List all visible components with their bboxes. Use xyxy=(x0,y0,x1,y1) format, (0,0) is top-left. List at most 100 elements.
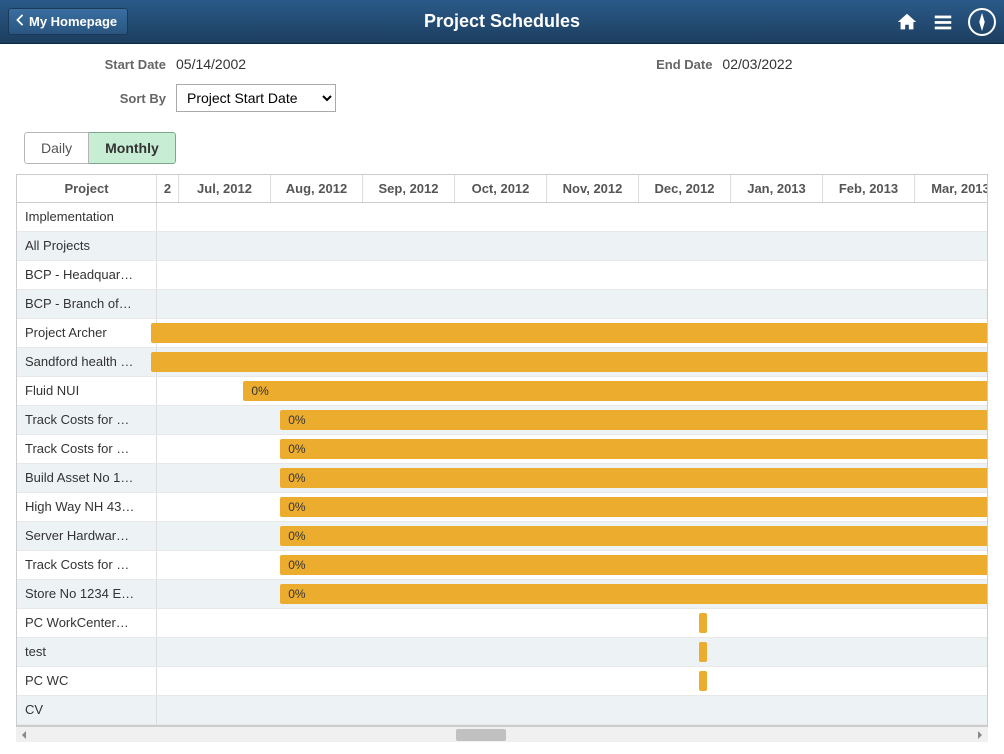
col-month-header[interactable]: Nov, 2012 xyxy=(547,175,639,202)
timeline-cell xyxy=(157,203,988,231)
project-name-cell[interactable]: Track Costs for … xyxy=(17,435,157,463)
gantt-row: Track Costs for … 0% xyxy=(17,551,988,580)
project-name-cell[interactable]: High Way NH 43… xyxy=(17,493,157,521)
project-name-cell[interactable]: PC WorkCenter… xyxy=(17,609,157,637)
scroll-right-arrow[interactable] xyxy=(972,727,988,743)
gantt-bar[interactable] xyxy=(699,642,707,662)
gantt-row: Track Costs for … 0% xyxy=(17,406,988,435)
back-label: My Homepage xyxy=(29,14,117,29)
start-date-value: 05/14/2002 xyxy=(176,56,246,72)
gantt-bar[interactable]: 0% xyxy=(280,439,988,459)
project-name-cell[interactable]: Project Archer xyxy=(17,319,157,347)
timeline-cell: 0% xyxy=(157,580,988,608)
timeline-cell: 0% xyxy=(157,406,988,434)
project-name-cell[interactable]: CV xyxy=(17,696,157,724)
project-name-cell[interactable]: Track Costs for … xyxy=(17,551,157,579)
col-project-header[interactable]: Project xyxy=(17,175,157,202)
project-name-cell[interactable]: Server Hardwar… xyxy=(17,522,157,550)
gantt-bar[interactable]: 0% xyxy=(243,381,988,401)
gantt-row: Store No 1234 E… 0% xyxy=(17,580,988,609)
gantt-bar[interactable]: 0% xyxy=(280,526,988,546)
timeline-cell xyxy=(157,348,988,376)
sort-by-label: Sort By xyxy=(16,91,176,106)
project-name-cell[interactable]: test xyxy=(17,638,157,666)
gantt-row: Implementation xyxy=(17,203,988,232)
end-date-label: End Date xyxy=(656,57,722,72)
gantt-row: Project Archer xyxy=(17,319,988,348)
gantt-bar[interactable]: 0% xyxy=(280,584,988,604)
header-actions xyxy=(896,8,996,36)
scroll-thumb[interactable] xyxy=(456,729,506,741)
col-stub-header[interactable]: 2 xyxy=(157,175,179,202)
col-month-header[interactable]: Jan, 2013 xyxy=(731,175,823,202)
gantt-row: test xyxy=(17,638,988,667)
col-month-header[interactable]: Mar, 2013 xyxy=(915,175,988,202)
page-title: Project Schedules xyxy=(424,11,580,32)
gantt-row: All Projects xyxy=(17,232,988,261)
timeline-cell: 0% xyxy=(157,493,988,521)
gantt-bar[interactable]: 0% xyxy=(280,497,988,517)
gantt-row: High Way NH 43… 0% xyxy=(17,493,988,522)
gantt-row: PC WC xyxy=(17,667,988,696)
back-button[interactable]: My Homepage xyxy=(8,8,128,35)
timeline-cell xyxy=(157,696,988,724)
gantt-row: BCP - Headquar… xyxy=(17,261,988,290)
col-month-header[interactable]: Jul, 2012 xyxy=(179,175,271,202)
gantt-row: Fluid NUI 0% xyxy=(17,377,988,406)
start-date-label: Start Date xyxy=(16,57,176,72)
end-date-value: 02/03/2022 xyxy=(722,56,792,72)
menu-icon[interactable] xyxy=(932,11,954,33)
gantt-bar[interactable]: 0% xyxy=(280,468,988,488)
view-tabs: Daily Monthly xyxy=(0,132,1004,174)
gantt-bar[interactable]: 0% xyxy=(280,555,988,575)
project-name-cell[interactable]: PC WC xyxy=(17,667,157,695)
gantt-bar[interactable] xyxy=(699,613,707,633)
gantt-grid: Project 2 Jul, 2012Aug, 2012Sep, 2012Oct… xyxy=(16,174,988,726)
chevron-left-icon xyxy=(15,14,25,29)
compass-icon[interactable] xyxy=(968,8,996,36)
timeline-cell xyxy=(157,609,988,637)
gantt-row: BCP - Branch of… xyxy=(17,290,988,319)
horizontal-scrollbar[interactable] xyxy=(16,726,988,742)
grid-header: Project 2 Jul, 2012Aug, 2012Sep, 2012Oct… xyxy=(17,175,988,203)
timeline-cell xyxy=(157,319,988,347)
sort-by-select[interactable]: Project Start Date xyxy=(176,84,336,112)
filters-panel: Start Date 05/14/2002 End Date 02/03/202… xyxy=(0,44,1004,132)
home-icon[interactable] xyxy=(896,11,918,33)
timeline-cell: 0% xyxy=(157,435,988,463)
timeline-cell xyxy=(157,261,988,289)
col-month-header[interactable]: Sep, 2012 xyxy=(363,175,455,202)
timeline-cell: 0% xyxy=(157,522,988,550)
col-month-header[interactable]: Oct, 2012 xyxy=(455,175,547,202)
app-header: My Homepage Project Schedules xyxy=(0,0,1004,44)
gantt-row: PC WorkCenter… xyxy=(17,609,988,638)
col-month-header[interactable]: Aug, 2012 xyxy=(271,175,363,202)
timeline-cell xyxy=(157,232,988,260)
timeline-cell: 0% xyxy=(157,377,988,405)
col-month-header[interactable]: Dec, 2012 xyxy=(639,175,731,202)
gantt-bar[interactable] xyxy=(151,352,988,372)
gantt-bar[interactable] xyxy=(699,671,707,691)
timeline-cell xyxy=(157,638,988,666)
col-month-header[interactable]: Feb, 2013 xyxy=(823,175,915,202)
project-name-cell[interactable]: Implementation xyxy=(17,203,157,231)
timeline-cell: 0% xyxy=(157,551,988,579)
project-name-cell[interactable]: BCP - Branch of… xyxy=(17,290,157,318)
timeline-cell xyxy=(157,290,988,318)
project-name-cell[interactable]: Track Costs for … xyxy=(17,406,157,434)
scroll-left-arrow[interactable] xyxy=(16,727,32,743)
project-name-cell[interactable]: BCP - Headquar… xyxy=(17,261,157,289)
gantt-row: Build Asset No 1… 0% xyxy=(17,464,988,493)
gantt-row: Server Hardwar… 0% xyxy=(17,522,988,551)
timeline-cell: 0% xyxy=(157,464,988,492)
project-name-cell[interactable]: All Projects xyxy=(17,232,157,260)
timeline-cell xyxy=(157,667,988,695)
tab-monthly[interactable]: Monthly xyxy=(89,132,176,164)
project-name-cell[interactable]: Sandford health … xyxy=(17,348,157,376)
project-name-cell[interactable]: Fluid NUI xyxy=(17,377,157,405)
tab-daily[interactable]: Daily xyxy=(24,132,89,164)
project-name-cell[interactable]: Store No 1234 E… xyxy=(17,580,157,608)
gantt-bar[interactable] xyxy=(151,323,988,343)
project-name-cell[interactable]: Build Asset No 1… xyxy=(17,464,157,492)
gantt-bar[interactable]: 0% xyxy=(280,410,988,430)
